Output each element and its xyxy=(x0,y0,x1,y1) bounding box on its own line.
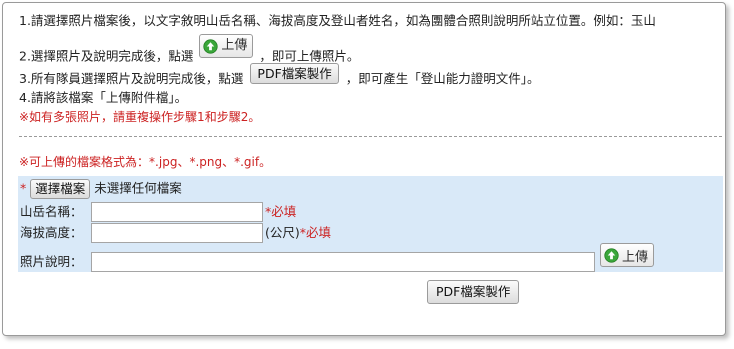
altitude-label: 海拔高度： xyxy=(20,225,83,240)
description-label: 照片說明： xyxy=(20,254,83,269)
file-required-mark: * xyxy=(20,180,27,196)
pdf-generate-button[interactable]: PDF檔案製作 xyxy=(427,280,520,304)
mountain-required: *必填 xyxy=(265,204,297,219)
altitude-unit-row: (公尺)*必填 xyxy=(265,224,331,242)
upload-button[interactable]: 上傳 xyxy=(600,243,655,267)
upload-arrow-icon xyxy=(203,38,219,54)
instruction-text-2a: 2.選擇照片及說明完成後，點選 xyxy=(19,48,194,64)
file-format-note: ※可上傳的檔案格式為：*.jpg、*.png、*.gif。 xyxy=(19,155,272,169)
instruction-line-4: 4.請將該檔案「上傳附件檔」。 xyxy=(19,90,187,106)
instruction-line-2: 2.選擇照片及說明完成後，點選 上傳 ，即可上傳照片。 xyxy=(19,34,360,65)
instruction-text-3b: ，即可產生「登山能力證明文件」。 xyxy=(345,71,540,86)
choose-file-button[interactable]: 選擇檔案 xyxy=(30,179,91,199)
section-divider xyxy=(19,136,722,137)
inline-upload-label: 上傳 xyxy=(221,38,248,53)
upload-panel: 1.請選擇照片檔案後，以文字敘明山岳名稱、海拔高度及登山者姓名，如為團體合照則說… xyxy=(2,2,726,336)
inline-upload-button: 上傳 xyxy=(199,34,254,58)
instruction-text-1: 1.請選擇照片檔案後，以文字敘明山岳名稱、海拔高度及登山者姓名，如為團體合照則說… xyxy=(19,13,656,28)
inline-pdf-button: PDF檔案製作 xyxy=(250,63,339,84)
mountain-label: 山岳名稱： xyxy=(20,204,83,219)
instruction-text-2b: ，即可上傳照片。 xyxy=(259,48,360,64)
instruction-text-3a: 3.所有隊員選擇照片及說明完成後，點選 xyxy=(19,71,244,86)
mountain-name-input[interactable] xyxy=(91,202,263,222)
instruction-line-3: 3.所有隊員選擇照片及說明完成後，點選 PDF檔案製作 ，即可產生「登山能力證明… xyxy=(19,63,540,90)
photo-description-input[interactable] xyxy=(91,252,595,272)
altitude-unit: (公尺) xyxy=(265,225,300,240)
upload-button-label: 上傳 xyxy=(622,249,649,265)
upload-arrow-icon xyxy=(604,247,619,263)
multi-photo-note: ※如有多張照片，請重複操作步驟1和步驟2。 xyxy=(19,110,261,124)
instruction-line-1: 1.請選擇照片檔案後，以文字敘明山岳名稱、海拔高度及登山者姓名，如為團體合照則說… xyxy=(19,13,656,29)
altitude-required: *必填 xyxy=(299,225,332,240)
altitude-input[interactable] xyxy=(91,223,263,243)
file-row: * 選擇檔案 未選擇任何檔案 xyxy=(20,179,182,199)
photo-upload-form: * 選擇檔案 未選擇任何檔案 山岳名稱： *必填 海拔高度： (公尺)*必填 照… xyxy=(18,176,723,272)
instruction-text-4: 4.請將該檔案「上傳附件檔」。 xyxy=(19,90,188,105)
file-status-text: 未選擇任何檔案 xyxy=(94,180,182,196)
